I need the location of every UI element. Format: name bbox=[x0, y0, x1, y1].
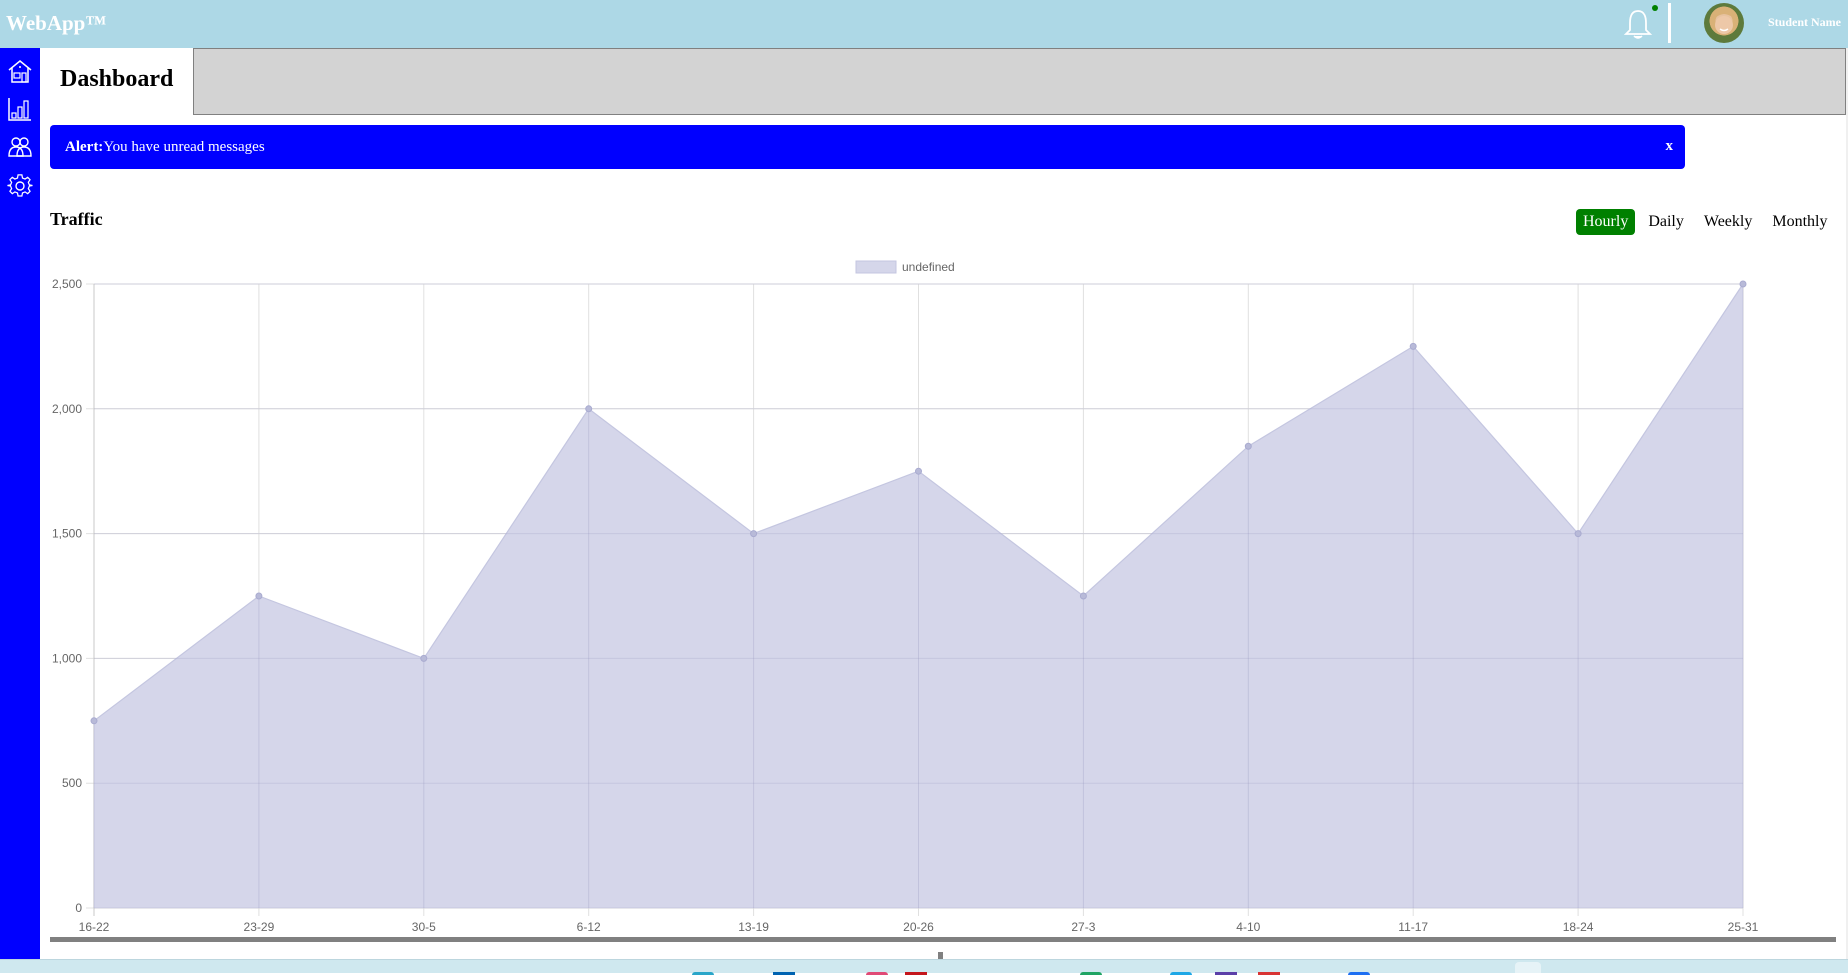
y-tick-label: 2,000 bbox=[52, 402, 82, 416]
x-tick-label: 11-17 bbox=[1398, 920, 1428, 934]
y-tick-label: 1,000 bbox=[52, 651, 82, 665]
x-tick-label: 4-10 bbox=[1236, 920, 1260, 934]
users-icon[interactable] bbox=[7, 134, 33, 160]
data-point bbox=[90, 717, 98, 725]
avatar-face-icon bbox=[1713, 9, 1735, 34]
x-tick-label: 16-22 bbox=[79, 920, 110, 934]
data-point bbox=[1079, 592, 1087, 600]
data-point bbox=[255, 592, 263, 600]
data-point bbox=[1244, 442, 1252, 450]
bell-icon[interactable] bbox=[1623, 8, 1653, 40]
bar-chart-icon[interactable] bbox=[7, 96, 33, 122]
alert-label: Alert: bbox=[65, 139, 104, 155]
alert-text: Alert:You have unread messages bbox=[65, 139, 265, 156]
app-logo[interactable]: WebApp™ bbox=[6, 11, 106, 36]
chart-legend[interactable]: undefined bbox=[855, 260, 955, 274]
home-icon[interactable] bbox=[7, 58, 33, 84]
x-tick-label: 6-12 bbox=[577, 920, 601, 934]
x-tick-label: 27-3 bbox=[1071, 920, 1095, 934]
x-axis-ticks: 16-22 23-29 30-5 6-12 13-19 20-26 27-3 4-10 11-1… bbox=[79, 920, 1759, 934]
horizontal-scrollbar[interactable] bbox=[50, 937, 1836, 942]
legend-label: undefined bbox=[902, 260, 955, 274]
taskbar bbox=[0, 959, 1848, 975]
x-tick-label: 18-24 bbox=[1563, 920, 1594, 934]
alert-close-button[interactable]: x bbox=[1666, 138, 1674, 155]
x-tick-label: 30-5 bbox=[412, 920, 436, 934]
y-tick-label: 0 bbox=[75, 901, 82, 915]
avatar[interactable] bbox=[1704, 3, 1744, 43]
range-button-daily[interactable]: Daily bbox=[1641, 209, 1691, 235]
x-tick-label: 20-26 bbox=[903, 920, 934, 934]
range-selector: Hourly Daily Weekly Monthly bbox=[1576, 207, 1840, 237]
page-title: Dashboard bbox=[60, 66, 174, 92]
top-header: WebApp™ Student Name bbox=[0, 0, 1848, 48]
range-button-hourly[interactable]: Hourly bbox=[1576, 209, 1636, 235]
data-point bbox=[1574, 530, 1582, 538]
x-tick-label: 25-31 bbox=[1728, 920, 1759, 934]
alert-message: You have unread messages bbox=[103, 139, 265, 155]
data-point bbox=[420, 654, 428, 662]
data-point bbox=[1409, 342, 1417, 350]
x-tick-label: 13-19 bbox=[738, 920, 769, 934]
taskbar-active-app[interactable] bbox=[1515, 962, 1541, 973]
range-button-monthly[interactable]: Monthly bbox=[1765, 209, 1834, 235]
user-name[interactable]: Student Name bbox=[1768, 15, 1841, 30]
y-tick-label: 1,500 bbox=[52, 527, 82, 541]
data-point bbox=[915, 467, 922, 475]
traffic-title: Traffic bbox=[50, 209, 103, 229]
x-tick-label: 23-29 bbox=[244, 920, 275, 934]
y-tick-label: 500 bbox=[62, 776, 82, 790]
data-point bbox=[750, 530, 758, 538]
gear-icon[interactable] bbox=[7, 173, 33, 199]
y-tick-label: 2,500 bbox=[52, 277, 82, 291]
notification-dot bbox=[1652, 5, 1658, 11]
legend-swatch bbox=[855, 260, 897, 274]
y-axis-ticks: 0 500 1,000 1,500 2,000 2,500 bbox=[52, 277, 82, 915]
range-button-weekly[interactable]: Weekly bbox=[1697, 209, 1759, 235]
data-point bbox=[585, 405, 593, 413]
traffic-chart: 0 500 1,000 1,500 2,000 2,500 16-22 23-29 30-5 6… bbox=[52, 260, 1759, 934]
header-divider bbox=[1668, 3, 1671, 43]
scrollbar-thumb[interactable] bbox=[938, 952, 943, 959]
data-point bbox=[1739, 280, 1747, 288]
alert-banner: Alert:You have unread messages x bbox=[50, 125, 1685, 169]
header-banner bbox=[193, 48, 1846, 115]
